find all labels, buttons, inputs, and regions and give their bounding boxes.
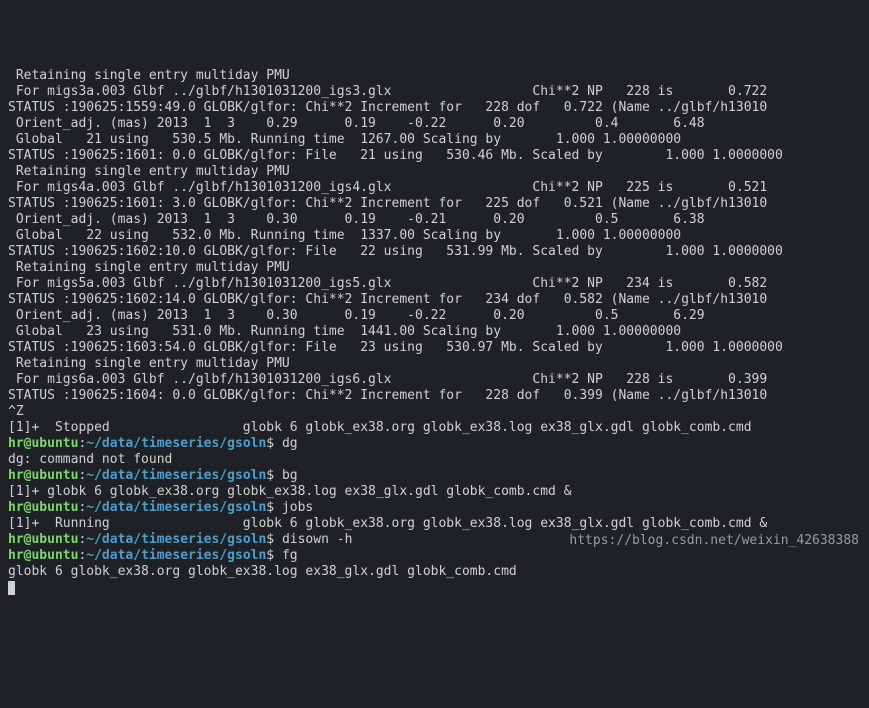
output-line: STATUS :190625:1601: 3.0 GLOBK/glfor: Ch… [8, 196, 767, 211]
output-line: [1]+ Running globk 6 globk_ex38.org glob… [8, 516, 767, 531]
prompt-user: hr@ubuntu [8, 532, 78, 547]
output-line: Orient_adj. (mas) 2013 1 3 0.30 0.19 -0.… [8, 308, 705, 323]
command-input[interactable]: jobs [282, 500, 313, 515]
prompt-path: ~/data/timeseries/gsoln [86, 468, 266, 483]
prompt-dollar: $ [266, 532, 282, 547]
prompt-user: hr@ubuntu [8, 500, 78, 515]
prompt-path: ~/data/timeseries/gsoln [86, 500, 266, 515]
output-line: Retaining single entry multiday PMU [8, 260, 290, 275]
prompt-dollar: $ [266, 500, 282, 515]
output-line: STATUS :190625:1601: 0.0 GLOBK/glfor: Fi… [8, 148, 783, 163]
output-line: [1]+ Stopped globk 6 globk_ex38.org glob… [8, 420, 752, 435]
output-line: For migs5a.003 Glbf ../glbf/h1301031200_… [8, 276, 767, 291]
command-input[interactable]: disown -h [282, 532, 352, 547]
output-line: STATUS :190625:1602:14.0 GLOBK/glfor: Ch… [8, 292, 767, 307]
output-line: STATUS :190625:1602:10.0 GLOBK/glfor: Fi… [8, 244, 783, 259]
output-line: Global 23 using 531.0 Mb. Running time 1… [8, 324, 681, 339]
output-line: Global 21 using 530.5 Mb. Running time 1… [8, 132, 681, 147]
output-line: Retaining single entry multiday PMU [8, 356, 290, 371]
output-line: Orient_adj. (mas) 2013 1 3 0.29 0.19 -0.… [8, 116, 705, 131]
prompt-path: ~/data/timeseries/gsoln [86, 532, 266, 547]
output-line: STATUS :190625:1603:54.0 GLOBK/glfor: Fi… [8, 340, 783, 355]
prompt-path: ~/data/timeseries/gsoln [86, 548, 266, 563]
prompt-dollar: $ [266, 468, 282, 483]
output-line: dg: command not found [8, 452, 172, 467]
output-line: For migs6a.003 Glbf ../glbf/h1301031200_… [8, 372, 767, 387]
prompt-user: hr@ubuntu [8, 436, 78, 451]
output-line: [1]+ globk 6 globk_ex38.org globk_ex38.l… [8, 484, 572, 499]
prompt-dollar: $ [266, 548, 282, 563]
prompt-user: hr@ubuntu [8, 468, 78, 483]
output-line: For migs3a.003 Glbf ../glbf/h1301031200_… [8, 84, 767, 99]
output-line: globk 6 globk_ex38.org globk_ex38.log ex… [8, 564, 517, 579]
output-line: Global 22 using 532.0 Mb. Running time 1… [8, 228, 681, 243]
terminal-output[interactable]: Retaining single entry multiday PMU For … [8, 68, 861, 596]
command-input[interactable]: bg [282, 468, 298, 483]
prompt-dollar: $ [266, 436, 282, 451]
prompt-path: ~/data/timeseries/gsoln [86, 436, 266, 451]
output-line: Orient_adj. (mas) 2013 1 3 0.30 0.19 -0.… [8, 212, 705, 227]
command-input[interactable]: dg [282, 436, 298, 451]
output-line: ^Z [8, 404, 24, 419]
output-line: Retaining single entry multiday PMU [8, 68, 290, 83]
cursor-icon [8, 581, 15, 595]
output-line: Retaining single entry multiday PMU [8, 164, 290, 179]
prompt-user: hr@ubuntu [8, 548, 78, 563]
command-input[interactable]: fg [282, 548, 298, 563]
output-line: STATUS :190625:1559:49.0 GLOBK/glfor: Ch… [8, 100, 767, 115]
output-line: STATUS :190625:1604: 0.0 GLOBK/glfor: Ch… [8, 388, 767, 403]
output-line: For migs4a.003 Glbf ../glbf/h1301031200_… [8, 180, 767, 195]
watermark-text: https://blog.csdn.net/weixin_42638388 [569, 533, 859, 549]
